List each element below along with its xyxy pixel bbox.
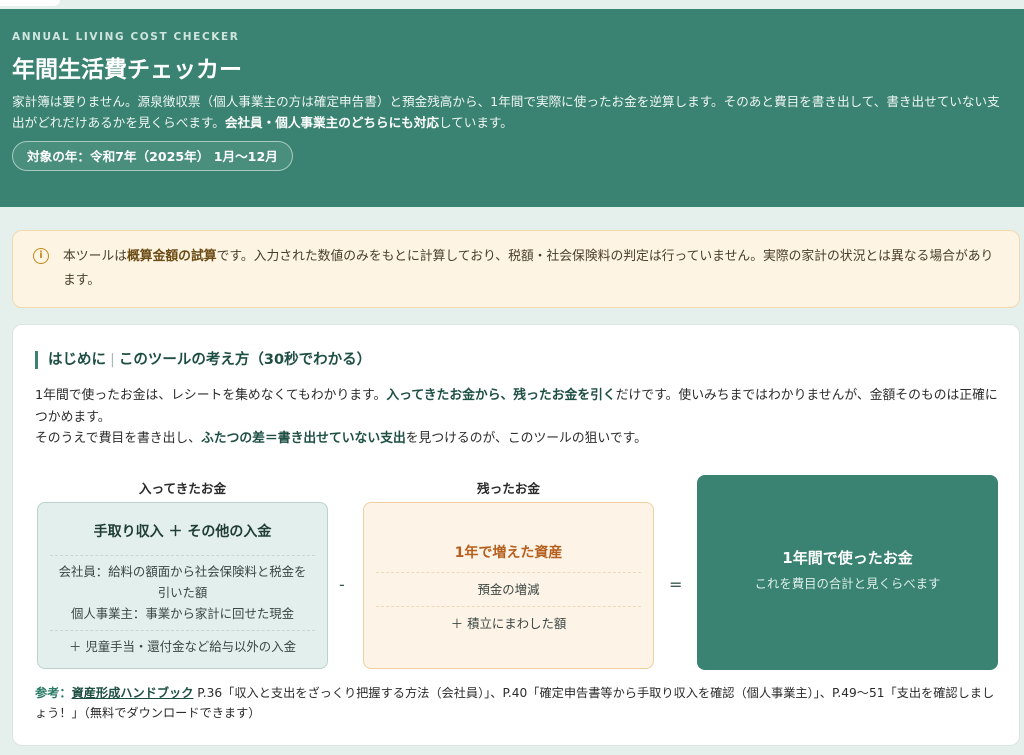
reference-note: 参考：資産形成ハンドブック P.36「収入と支出をざっくり把握する方法（会社員）… <box>35 683 1005 723</box>
section-title-separator: | <box>110 352 115 368</box>
minus-operator: - <box>339 575 345 594</box>
page-header: ANNUAL LIVING COST CHECKER 年間生活費チェッカー 家計… <box>0 9 1024 207</box>
p2-bold: ふたつの差＝書き出せていない支出 <box>200 431 406 446</box>
equals-operator: = <box>669 575 683 594</box>
label-income: 入ってきたお金 <box>138 481 227 496</box>
info-icon: i <box>33 248 49 264</box>
result-box: 1年間で使ったお金 これを費目の合計と見くらべます <box>697 475 998 670</box>
page-title: 年間生活費チェッカー <box>12 57 242 83</box>
label-remaining: 残ったお金 <box>477 481 540 496</box>
p1-bold: 入ってきたお金から、残ったお金を引く <box>386 388 616 403</box>
remaining-box-title: 1年で増えた資産 <box>454 545 563 561</box>
income-divider <box>50 555 315 556</box>
income-box-title: 手取り収入 ＋ その他の入金 <box>93 524 272 540</box>
result-subtitle: これを費目の合計と見くらべます <box>754 576 941 591</box>
income-line-employee: 会社員：給料の額面から社会保険料と税金を引いた額 <box>58 564 307 600</box>
p2-text-a: そのうえで費目を書き出し、 <box>35 431 201 446</box>
section-title-b: このツールの考え方（30秒でわかる） <box>118 352 372 368</box>
income-box: 手取り収入 ＋ その他の入金 会社員：給料の額面から社会保険料と税金を引いた額 … <box>37 502 328 669</box>
remaining-line-savings: ＋ 積立にまわした額 <box>450 616 567 631</box>
header-eyebrow: ANNUAL LIVING COST CHECKER <box>12 31 240 43</box>
section-title: はじめに | このツールの考え方（30秒でわかる） <box>35 351 371 369</box>
top-tab <box>0 0 60 6</box>
p1-text-a: 1年間で使ったお金は、レシートを集めなくてもわかります。 <box>35 388 387 403</box>
income-divider-2 <box>50 630 315 631</box>
income-line-other: ＋ 児童手当・還付金など給与以外の入金 <box>69 639 296 654</box>
intro-paragraph-2: そのうえで費目を書き出し、ふたつの差＝書き出せていない支出を見つけるのが、このツ… <box>35 428 1005 450</box>
header-description: 家計簿は要りません。源泉徴収票（個人事業主の方は確定申告書）と預金残高から、1年… <box>12 91 1012 133</box>
notice-text-1: 本ツールは <box>63 249 127 264</box>
income-line-selfemployed: 個人事業主：事業から家計に回せた現金 <box>70 606 295 621</box>
remaining-divider-2 <box>376 606 641 607</box>
disclaimer-notice: i 本ツールは概算金額の試算です。入力された数値のみをもとに計算しており、税額・… <box>12 230 1020 308</box>
desc-text-2: しています。 <box>438 115 513 130</box>
desc-bold: 会社員・個人事業主のどちらにも対応 <box>224 115 439 130</box>
handbook-link[interactable]: 資産形成ハンドブック <box>72 686 194 700</box>
section-title-a: はじめに <box>48 352 106 368</box>
intro-card: はじめに | このツールの考え方（30秒でわかる） 1年間で使ったお金は、レシートを… <box>12 324 1020 746</box>
remaining-box: 1年で増えた資産 預金の増減 ＋ 積立にまわした額 <box>363 502 654 669</box>
target-year-badge: 対象の年：令和7年（2025年） 1月〜12月 <box>12 141 293 171</box>
p2-text-b: を見つけるのが、このツールの狙いです。 <box>405 431 647 446</box>
notice-bold: 概算金額の試算 <box>126 249 217 264</box>
result-title: 1年間で使ったお金 <box>782 549 913 567</box>
remaining-divider <box>376 572 641 573</box>
reference-label: 参考： <box>35 686 72 700</box>
intro-paragraph-1: 1年間で使ったお金は、レシートを集めなくてもわかります。入ってきたお金から、残っ… <box>35 385 1005 428</box>
remaining-line-deposit: 預金の増減 <box>477 582 540 597</box>
intro-text: 1年間で使ったお金は、レシートを集めなくてもわかります。入ってきたお金から、残っ… <box>35 385 1005 450</box>
